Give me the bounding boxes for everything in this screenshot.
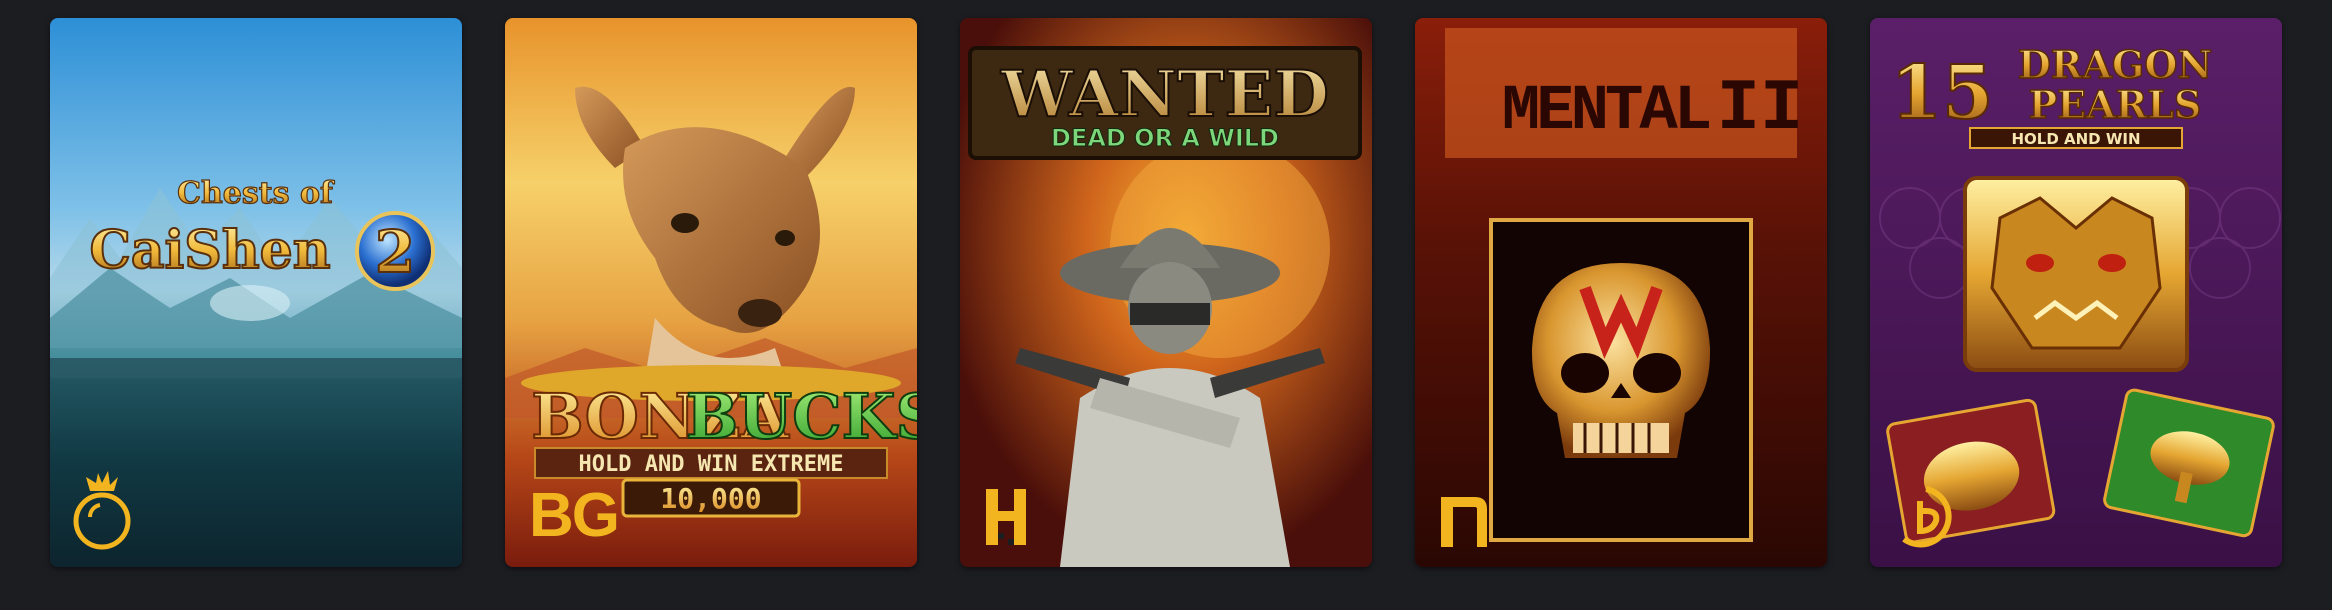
game-title-number: II xyxy=(1717,68,1803,150)
game-title-line1: MENTAL xyxy=(1502,76,1710,148)
game-title-line2: CaiShen xyxy=(89,220,330,281)
bg-logo: BG xyxy=(529,481,620,550)
game-title-line1: WANTED xyxy=(1000,57,1329,132)
game-title-line1: DRAGON xyxy=(2018,42,2212,87)
game-title-line2: PEARLS xyxy=(2029,82,2202,127)
hacksaw-icon xyxy=(980,473,1060,553)
game-badge: 10,000 xyxy=(660,482,761,515)
game-title-number: 15 xyxy=(1891,50,1994,136)
pragmatic-play-icon xyxy=(70,471,150,553)
game-subtitle: HOLD AND WIN EXTREME xyxy=(579,452,844,477)
game-subtitle: HOLD AND WIN xyxy=(2011,130,2140,148)
game-card-wanted-dead-or-a-wild[interactable]: WANTED DEAD OR A WILD xyxy=(960,18,1372,567)
game-title-line2: DEAD OR A WILD xyxy=(1051,124,1279,152)
booongo-icon xyxy=(1890,473,1970,553)
game-card-mental-ii[interactable]: MENTAL II xyxy=(1415,18,1827,567)
game-grid: Chests of CaiShen 2 BONZA BUCKS HOLD AND… xyxy=(50,18,2282,567)
game-title-number: 2 xyxy=(375,218,415,286)
game-card-bonza-bucks[interactable]: BONZA BUCKS HOLD AND WIN EXTREME 10,000 … xyxy=(505,18,917,567)
game-card-15-dragon-pearls[interactable]: 15 DRAGON PEARLS HOLD AND WIN xyxy=(1870,18,2282,567)
game-title-line1: Chests of xyxy=(177,176,335,211)
game-card-chests-of-caishen-2[interactable]: Chests of CaiShen 2 xyxy=(50,18,462,567)
game-title-line2: BUCKS xyxy=(686,380,917,453)
nolimit-icon xyxy=(1435,473,1515,553)
